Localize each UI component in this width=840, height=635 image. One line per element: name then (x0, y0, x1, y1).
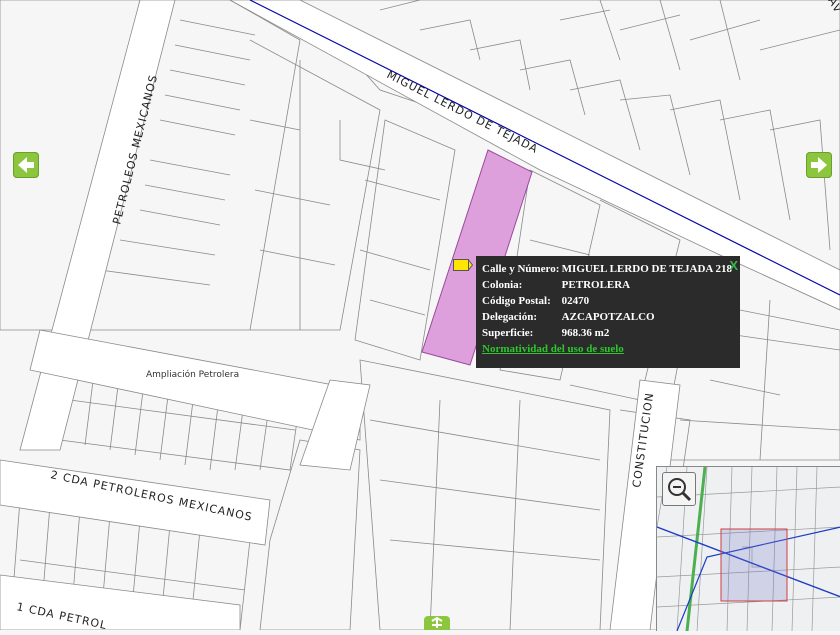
info-key: Calle y Número: (482, 263, 560, 275)
overview-extent-box (720, 528, 788, 602)
info-key: Colonia: (482, 279, 523, 291)
pan-right-button[interactable] (806, 152, 832, 178)
pan-down-button[interactable] (424, 616, 450, 630)
zoom-out-icon (668, 478, 692, 502)
arrow-left-icon (18, 157, 34, 173)
land-use-link[interactable]: Normatividad del uso de suelo (482, 343, 624, 355)
info-row-superficie: Superficie: 968.36 m2 (482, 326, 734, 342)
close-icon[interactable]: X (729, 258, 738, 273)
info-key: Delegación: (482, 311, 537, 323)
marker-tag-icon[interactable] (453, 259, 473, 271)
parcel-info-popup: X Calle y Número: MIGUEL LERDO DE TEJADA… (476, 256, 740, 368)
info-value: PETROLERA (561, 279, 631, 291)
arrow-right-icon (811, 157, 827, 173)
area-label: Ampliación Petrolera (146, 369, 239, 380)
pan-left-button[interactable] (13, 152, 39, 178)
parcel-info-table: Calle y Número: MIGUEL LERDO DE TEJADA 2… (482, 262, 734, 342)
info-row-delegacion: Delegación: AZCAPOTZALCO (482, 310, 734, 326)
info-value: 02470 (561, 295, 590, 307)
info-value: 968.36 m2 (561, 327, 610, 339)
info-key: Código Postal: (482, 295, 551, 307)
info-value: AZCAPOTZALCO (561, 311, 655, 323)
info-key: Superficie: (482, 327, 534, 339)
info-row-address: Calle y Número: MIGUEL LERDO DE TEJADA 2… (482, 262, 734, 278)
info-value: MIGUEL LERDO DE TEJADA 218 (561, 263, 732, 275)
info-row-postal: Código Postal: 02470 (482, 294, 734, 310)
zoom-out-button[interactable] (662, 472, 696, 506)
arrow-down-icon (431, 616, 443, 628)
info-row-colonia: Colonia: PETROLERA (482, 278, 734, 294)
